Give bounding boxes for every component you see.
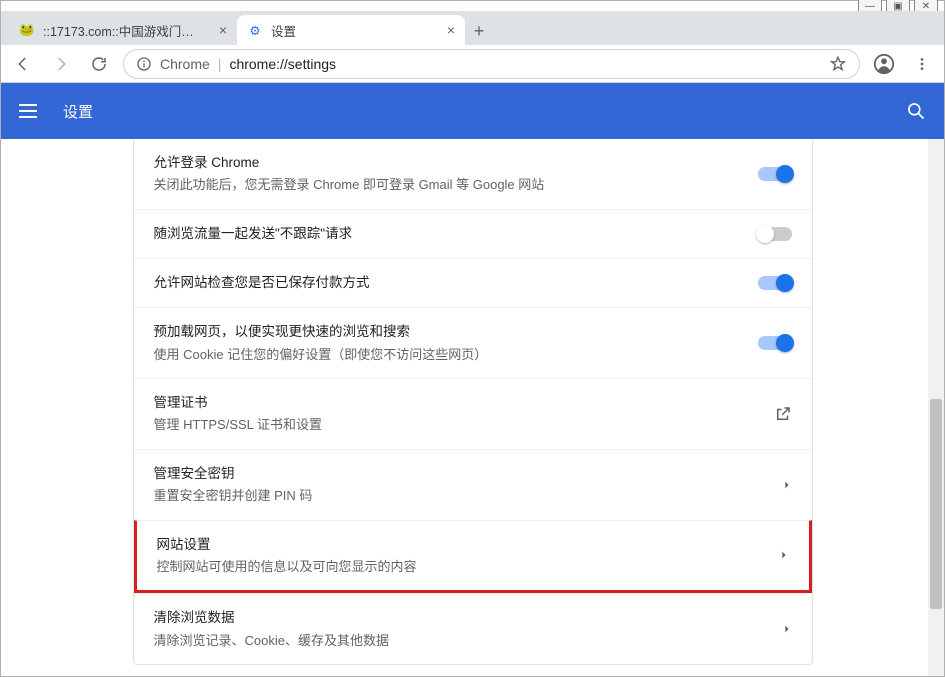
window-titlebar: — ▣ ✕ (1, 1, 944, 11)
url-path: chrome://settings (229, 56, 336, 72)
bookmark-star-icon[interactable] (829, 55, 847, 73)
forward-button[interactable] (47, 50, 75, 78)
setting-text: 管理安全密钥重置安全密钥并创建 PIN 码 (154, 464, 766, 506)
setting-description: 关闭此功能后，您无需登录 Chrome 即可登录 Gmail 等 Google … (154, 175, 742, 195)
setting-text: 预加载网页，以便实现更快速的浏览和搜索使用 Cookie 记住您的偏好设置（即使… (154, 322, 742, 364)
setting-row: 允许网站检查您是否已保存付款方式 (134, 258, 812, 307)
chevron-right-icon (779, 548, 789, 562)
setting-title: 管理证书 (154, 393, 758, 413)
tab-title: 设置 (271, 21, 296, 40)
toggle-switch[interactable] (758, 276, 792, 290)
setting-title: 允许网站检查您是否已保存付款方式 (154, 273, 742, 293)
setting-text: 允许网站检查您是否已保存付款方式 (154, 273, 742, 293)
setting-title: 允许登录 Chrome (154, 153, 742, 173)
tab-17173[interactable]: 🐸 ::17173.com::中国游戏门户站 × (9, 15, 237, 45)
privacy-settings-panel: 允许登录 Chrome关闭此功能后，您无需登录 Chrome 即可登录 Gmai… (133, 139, 813, 665)
scrollbar-track[interactable] (928, 139, 944, 676)
setting-row[interactable]: 管理证书管理 HTTPS/SSL 证书和设置 (134, 378, 812, 449)
setting-title: 随浏览流量一起发送"不跟踪"请求 (154, 224, 742, 244)
favicon-settings-icon: ⚙ (247, 22, 263, 38)
setting-row[interactable]: 管理安全密钥重置安全密钥并创建 PIN 码 (134, 449, 812, 520)
new-tab-button[interactable]: + (465, 17, 493, 45)
address-bar[interactable]: Chrome | chrome://settings (123, 49, 860, 79)
hamburger-menu-icon[interactable] (19, 99, 43, 123)
setting-description: 重置安全密钥并创建 PIN 码 (154, 486, 766, 506)
settings-header: 设置 (1, 83, 944, 139)
setting-text: 管理证书管理 HTTPS/SSL 证书和设置 (154, 393, 758, 435)
chevron-right-icon (782, 622, 792, 636)
setting-text: 随浏览流量一起发送"不跟踪"请求 (154, 224, 742, 244)
setting-description: 管理 HTTPS/SSL 证书和设置 (154, 415, 758, 435)
setting-action (782, 622, 792, 636)
url-scheme-label: Chrome (160, 56, 210, 72)
tab-close-icon[interactable]: × (447, 22, 455, 38)
setting-row[interactable]: 清除浏览数据清除浏览记录、Cookie、缓存及其他数据 (134, 593, 812, 664)
setting-title: 清除浏览数据 (154, 608, 766, 628)
tab-title: ::17173.com::中国游戏门户站 (43, 21, 203, 40)
site-info-icon[interactable] (136, 56, 152, 72)
browser-toolbar: Chrome | chrome://settings (1, 45, 944, 83)
setting-title: 网站设置 (157, 535, 763, 555)
toggle-switch[interactable] (758, 336, 792, 350)
tab-settings[interactable]: ⚙ 设置 × (237, 15, 465, 45)
setting-action (779, 548, 789, 562)
profile-avatar-icon[interactable] (870, 50, 898, 78)
reload-button[interactable] (85, 50, 113, 78)
setting-action (774, 405, 792, 423)
page-title: 设置 (63, 101, 93, 122)
search-icon[interactable] (906, 101, 926, 121)
menu-button[interactable] (908, 50, 936, 78)
setting-description: 使用 Cookie 记住您的偏好设置（即使您不访问这些网页） (154, 345, 742, 365)
scrollbar-thumb[interactable] (930, 399, 942, 609)
external-link-icon[interactable] (774, 405, 792, 423)
setting-title: 管理安全密钥 (154, 464, 766, 484)
tab-strip: 🐸 ::17173.com::中国游戏门户站 × ⚙ 设置 × + (1, 11, 944, 45)
url-separator: | (218, 56, 222, 72)
setting-text: 网站设置控制网站可使用的信息以及可向您显示的内容 (157, 535, 763, 577)
tab-close-icon[interactable]: × (219, 22, 227, 38)
setting-action (782, 478, 792, 492)
setting-row: 随浏览流量一起发送"不跟踪"请求 (134, 209, 812, 258)
chevron-right-icon (782, 478, 792, 492)
setting-title: 预加载网页，以便实现更快速的浏览和搜索 (154, 322, 742, 342)
toggle-switch[interactable] (758, 167, 792, 181)
setting-description: 控制网站可使用的信息以及可向您显示的内容 (157, 557, 763, 577)
setting-action (758, 336, 792, 350)
setting-text: 允许登录 Chrome关闭此功能后，您无需登录 Chrome 即可登录 Gmai… (154, 153, 742, 195)
setting-action (758, 276, 792, 290)
setting-row: 预加载网页，以便实现更快速的浏览和搜索使用 Cookie 记住您的偏好设置（即使… (134, 307, 812, 378)
back-button[interactable] (9, 50, 37, 78)
setting-action (758, 167, 792, 181)
setting-description: 清除浏览记录、Cookie、缓存及其他数据 (154, 631, 766, 651)
favicon-17173-icon: 🐸 (19, 22, 35, 38)
toggle-switch[interactable] (758, 227, 792, 241)
setting-row: 允许登录 Chrome关闭此功能后，您无需登录 Chrome 即可登录 Gmai… (134, 139, 812, 209)
setting-row[interactable]: 网站设置控制网站可使用的信息以及可向您显示的内容 (134, 520, 812, 594)
setting-action (758, 227, 792, 241)
settings-content: 允许登录 Chrome关闭此功能后，您无需登录 Chrome 即可登录 Gmai… (1, 139, 944, 676)
setting-text: 清除浏览数据清除浏览记录、Cookie、缓存及其他数据 (154, 608, 766, 650)
